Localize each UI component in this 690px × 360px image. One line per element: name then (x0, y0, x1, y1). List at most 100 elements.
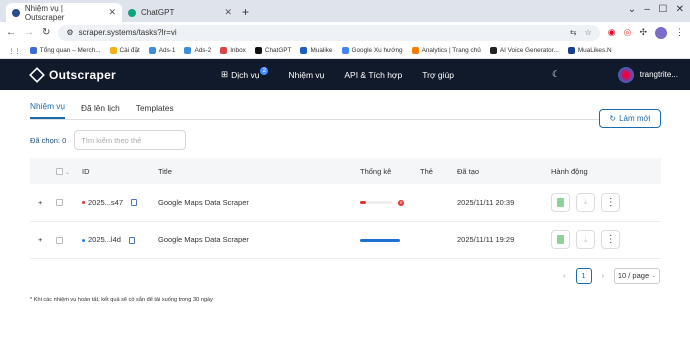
col-id: ID (82, 158, 158, 184)
task-title: Google Maps Data Scraper (158, 184, 360, 222)
bookmark-label: ChatGPT (264, 47, 292, 54)
download-button[interactable]: ⤓ (576, 230, 596, 249)
close-tab-icon[interactable]: ✕ (224, 7, 232, 18)
bookmark-label: Ads-2 (194, 47, 212, 54)
site-info-icon[interactable]: ⚙ (66, 28, 73, 37)
bookmark-item[interactable]: Mualike (300, 47, 333, 54)
expand-row-icon[interactable]: + (38, 235, 42, 244)
nav-item-services[interactable]: ⊞ Dịch vụ 2 (221, 66, 269, 80)
app-header: Outscraper ⊞ Dịch vụ 2 Nhiệm vụ API & Tí… (0, 59, 690, 90)
filter-row: Đã chọn: 0 Tìm kiếm theo thẻ (30, 130, 660, 150)
bookmark-item[interactable]: Inbox (220, 47, 246, 54)
download-excel-button[interactable] (551, 192, 570, 212)
main-content: Nhiệm vụ Đã lên lịch Templates ↻ Làm mới… (0, 90, 690, 303)
bookmark-label: Cài đặt (119, 47, 140, 54)
task-stats (360, 221, 420, 259)
browser-tab-strip: Nhiệm vụ | Outscraper ✕ ChatGPT ✕ + ⌄ – … (0, 0, 690, 22)
address-toolbar: ← → ↻ ⚙ scraper.systems/tasks?lr=vi ⇆ ☆ … (0, 22, 690, 43)
expand-row-icon[interactable]: + (38, 198, 42, 207)
bookmark-favicon-icon (109, 47, 117, 54)
nav-item-tasks[interactable]: Nhiệm vụ (288, 70, 324, 80)
back-icon[interactable]: ← (6, 27, 16, 38)
puzzle-icon[interactable]: ✣ (639, 27, 647, 38)
extension-icon[interactable]: ◎ (624, 27, 632, 38)
reload-icon[interactable]: ↻ (42, 27, 50, 38)
nav-item-help[interactable]: Trợ giúp (422, 70, 454, 80)
bookmark-favicon-icon (148, 47, 156, 54)
task-tags (420, 221, 457, 259)
task-title: Google Maps Data Scraper (158, 221, 360, 259)
nav-item-api[interactable]: API & Tích hợp (344, 70, 402, 80)
select-all-checkbox[interactable] (56, 168, 63, 176)
outscraper-logo-icon (29, 66, 45, 83)
bookmark-item[interactable]: MuaLikes.N (567, 47, 612, 54)
new-tab-button[interactable]: + (242, 5, 249, 19)
brand-logo[interactable]: Outscraper (29, 66, 116, 83)
refresh-button[interactable]: ↻ Làm mới (599, 109, 661, 128)
bookmark-item[interactable]: Google Xu hướng (341, 47, 403, 54)
nav-label: API & Tích hợp (344, 69, 403, 80)
browser-tab-outscraper[interactable]: Nhiệm vụ | Outscraper ✕ (6, 3, 122, 22)
bookmark-item[interactable]: Ads-1 (148, 47, 175, 54)
username: trangtrite... (639, 70, 678, 79)
tasks-table: ⌄ ID Title Thống kê Thẻ Đã tạo Hành động… (30, 158, 661, 259)
chevron-down-icon[interactable]: ⌄ (65, 170, 70, 176)
apps-icon[interactable]: ⋮⋮ (8, 47, 21, 55)
tab-tasks[interactable]: Nhiệm vụ (30, 101, 66, 119)
footnote: * Khi các nhiệm vụ hoàn tất, kết quả sẽ … (30, 296, 213, 303)
row-checkbox[interactable] (56, 236, 63, 244)
profile-avatar[interactable] (655, 26, 667, 39)
tag-search-input[interactable]: Tìm kiếm theo thẻ (74, 130, 187, 150)
bookmark-favicon-icon (184, 47, 192, 54)
more-actions-button[interactable]: ⋮ (601, 230, 621, 249)
more-actions-button[interactable]: ⋮ (601, 192, 621, 212)
page-size-select[interactable]: 10 / page ⌄ (614, 267, 660, 284)
theme-toggle-moon-icon[interactable]: ☾ (552, 69, 560, 80)
bookmark-label: Google Xu hướng (351, 47, 403, 54)
copy-icon[interactable] (128, 236, 135, 244)
user-menu[interactable]: trangtrite... (617, 59, 678, 90)
forward-icon[interactable]: → (24, 27, 34, 38)
address-bar[interactable]: ⚙ scraper.systems/tasks?lr=vi ⇆ ☆ (58, 24, 600, 41)
browser-tab-chatgpt[interactable]: ChatGPT ✕ (122, 3, 238, 22)
download-excel-button[interactable] (551, 230, 570, 249)
close-tab-icon[interactable]: ✕ (108, 7, 116, 18)
url-text[interactable]: scraper.systems/tasks?lr=vi (79, 28, 177, 37)
tab-title: ChatGPT (141, 8, 175, 17)
status-dot-icon (82, 238, 85, 242)
extensions-area: ◉ ◎ ✣ ⋮ (608, 26, 684, 39)
bookmark-item[interactable]: Ads-2 (184, 47, 211, 54)
copy-icon[interactable] (131, 199, 138, 207)
grid-icon: ⊞ (221, 69, 229, 79)
stats-progress-bar (360, 201, 393, 205)
bookmark-item[interactable]: Analytics | Trang chủ (411, 47, 481, 54)
bookmark-star-icon[interactable]: ☆ (585, 28, 592, 37)
prev-page-button[interactable]: ‹ (563, 271, 566, 280)
bookmark-item[interactable]: ChatGPT (254, 47, 292, 54)
bookmark-favicon-icon (411, 47, 419, 54)
col-stats: Thống kê (360, 158, 420, 184)
bookmark-favicon-icon (254, 47, 262, 54)
bookmark-item[interactable]: AI Voice Generator... (489, 47, 559, 54)
bookmark-label: Mualike (310, 47, 333, 54)
col-actions: Hành động (551, 158, 661, 184)
bookmark-item[interactable]: Tổng quan – Merch... (29, 47, 101, 54)
menu-icon[interactable]: ⋮ (675, 27, 684, 38)
tab-scheduled[interactable]: Đã lên lịch (81, 103, 120, 119)
bookmark-item[interactable]: Cài đặt (109, 47, 140, 54)
user-avatar (617, 66, 634, 83)
col-tags: Thẻ (420, 158, 457, 184)
task-id: 2025...l4d (88, 235, 121, 244)
translate-icon[interactable]: ⇆ (570, 28, 577, 37)
download-button[interactable]: ⤓ (576, 192, 596, 212)
more-vertical-icon: ⋮ (605, 234, 616, 245)
next-page-button[interactable]: › (602, 271, 605, 280)
row-checkbox[interactable] (56, 199, 63, 207)
table-row: + 2025...l4d Google Maps Data Scraper 20… (30, 221, 661, 259)
tab-templates[interactable]: Templates (136, 103, 174, 119)
download-icon: ⤓ (583, 197, 588, 207)
page-number-button[interactable]: 1 (575, 267, 592, 284)
bookmark-favicon-icon (341, 47, 349, 54)
pinterest-icon[interactable]: ◉ (608, 27, 616, 38)
window-controls[interactable]: ⌄ – ☐ ✕ (628, 4, 684, 15)
